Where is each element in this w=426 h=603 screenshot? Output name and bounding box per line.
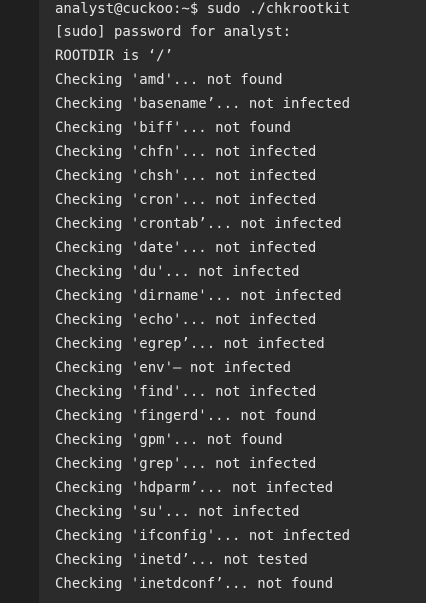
terminal-output-line: Checking 'crontab’... not infected bbox=[55, 216, 342, 232]
terminal-output-line: Checking 'chsh'... not infected bbox=[55, 168, 317, 184]
terminal-output-line: Checking 'date'... not infected bbox=[55, 240, 317, 256]
terminal-output-line: Checking 'cron'... not infected bbox=[55, 192, 317, 208]
terminal-output-line: Checking 'fingerd'... not found bbox=[55, 408, 317, 424]
terminal-output-line: Checking 'ifconfig'... not infected bbox=[55, 528, 351, 544]
terminal-output-line: Checking 'chfn'... not infected bbox=[55, 144, 317, 160]
terminal-output-line: Checking 'env'— not infected bbox=[55, 360, 292, 376]
terminal-output-line: Checking 'su'... not infected bbox=[55, 504, 300, 520]
terminal-output-line: Checking 'du'... not infected bbox=[55, 264, 300, 280]
terminal-output-line: Checking 'egrep’... not infected bbox=[55, 336, 325, 352]
terminal-output-line: Checking 'grep'... not infected bbox=[55, 456, 317, 472]
terminal-output-line: Checking 'inetd’... not tested bbox=[55, 552, 308, 568]
terminal-output-line: Checking 'echo'... not infected bbox=[55, 312, 317, 328]
terminal-output-line: Checking 'biff'... not found bbox=[55, 120, 292, 136]
terminal-output-line: Checking 'basename’... not infected bbox=[55, 96, 351, 112]
terminal-output-line: Checking 'gpm'... not found bbox=[55, 432, 283, 448]
terminal-output-line: ROOTDIR is ‘/’ bbox=[55, 48, 174, 64]
terminal-prompt-line: analyst@cuckoo:~$ sudo ./chkrootkit bbox=[55, 1, 351, 17]
terminal-output-line: Checking 'find'... not infected bbox=[55, 384, 317, 400]
terminal-output-line: Checking 'amd'... not found bbox=[55, 72, 283, 88]
terminal-window[interactable]: analyst@cuckoo:~$ sudo ./chkrootkit [sud… bbox=[39, 0, 426, 603]
terminal-output-line: Checking 'dirname'... not infected bbox=[55, 288, 342, 304]
terminal-output-line: Checking 'inetdconf’... not found bbox=[55, 576, 334, 592]
terminal-output-line: [sudo] password for analyst: bbox=[55, 24, 292, 40]
terminal-output-line: Checking 'hdparm’... not infected bbox=[55, 480, 334, 496]
